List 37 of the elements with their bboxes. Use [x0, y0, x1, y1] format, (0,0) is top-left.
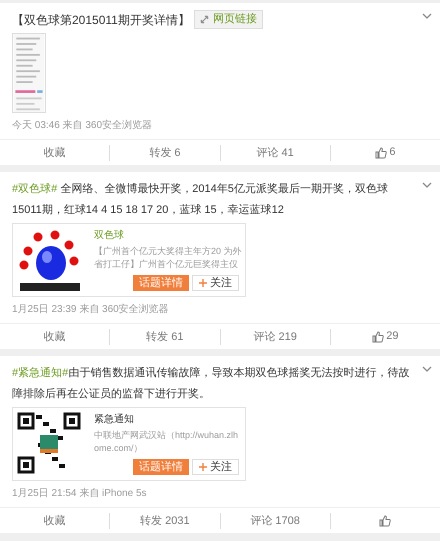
post-timestamp: 1月25日 21:54 来自 iPhone 5s: [12, 486, 147, 501]
web-link[interactable]: 网页链接: [194, 10, 263, 29]
favorite-button[interactable]: 收藏: [0, 512, 110, 528]
post-text: 【双色球第2015011期开奖详情】: [12, 12, 190, 28]
post-text: #双色球# 全网络、全微博最快开奖，2014年5亿元派奖最后一期开奖，双色球15011期，红球14 4 15 18 17 20，蓝球 15，幸运蓝球12: [12, 182, 389, 218]
card-title: 双色球: [94, 229, 125, 242]
topic-details-button[interactable]: 话题详情: [133, 275, 189, 291]
hashtag-link[interactable]: #双色球#: [12, 183, 58, 195]
chevron-down-icon[interactable]: [422, 182, 432, 188]
plus-icon: [199, 463, 207, 471]
topic-details-button[interactable]: 话题详情: [133, 459, 189, 475]
favorite-button[interactable]: 收藏: [0, 144, 110, 160]
thumbs-up-icon: [379, 514, 392, 526]
thumbs-up-icon: [375, 146, 388, 158]
comment-button[interactable]: 评论 41: [220, 144, 331, 160]
comment-button[interactable]: 评论 1708: [220, 512, 331, 528]
post-timestamp: 今天 03:46 来自 360安全浏览器: [12, 118, 152, 133]
repost-button[interactable]: 转发 61: [110, 328, 220, 344]
post-timestamp: 1月25日 23:39 来自 360安全浏览器: [12, 302, 169, 317]
card-description: 【广州首个亿元大奖得主年方20 为外省打工仔】广州首个亿元巨奖得主仅: [94, 245, 242, 271]
like-button[interactable]: 6: [330, 144, 440, 160]
favorite-button[interactable]: 收藏: [0, 328, 110, 344]
repost-button[interactable]: 转发 2031: [110, 512, 220, 528]
chevron-down-icon[interactable]: [422, 366, 432, 372]
repost-button[interactable]: 转发 6: [110, 144, 220, 160]
post-text: #紧急通知#由于销售数据通讯传输故障，导致本期双色球摇奖无法按时进行，待故障排除后再在公证员的监督下进行开奖。: [12, 366, 410, 402]
thumbs-up-icon: [372, 330, 384, 342]
follow-button[interactable]: 关注: [192, 275, 239, 291]
chevron-down-icon[interactable]: [422, 13, 432, 19]
hashtag-link[interactable]: #紧急通知#: [12, 367, 68, 379]
comment-button[interactable]: 评论 219: [220, 328, 331, 344]
link-icon: [200, 15, 209, 24]
follow-button[interactable]: 关注: [192, 459, 239, 475]
card-description: 中联地产网武汉站（http://wuhan.zlhome.com/）: [94, 429, 240, 455]
card-title: 紧急通知: [94, 413, 135, 426]
plus-icon: [199, 279, 207, 287]
like-button[interactable]: 29: [330, 328, 440, 344]
